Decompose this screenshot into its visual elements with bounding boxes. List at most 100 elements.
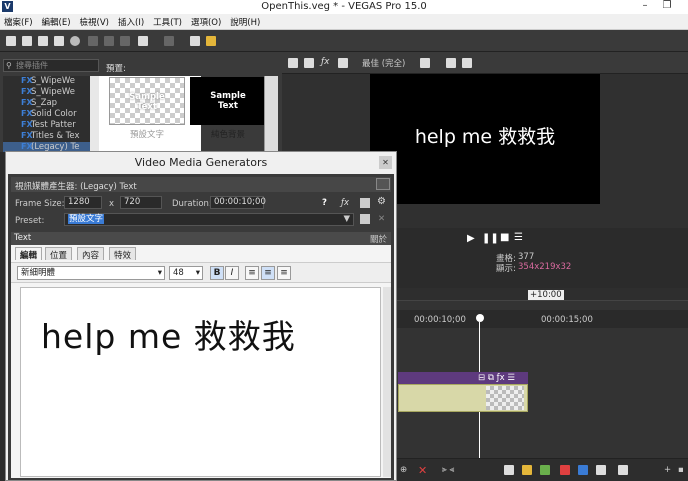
loop-icon[interactable]: ☰ <box>514 232 523 243</box>
list-item[interactable]: FX Solid Color <box>3 109 99 120</box>
cut-icon[interactable] <box>88 36 98 46</box>
tab-placement[interactable]: 位置 <box>45 247 73 261</box>
menu-insert[interactable]: 插入(I) <box>114 14 149 28</box>
event-fx-icon[interactable]: ⊟ ⧉ ƒx ☰ <box>478 373 515 383</box>
close-icon[interactable]: ✕ <box>379 156 392 169</box>
menu-view[interactable]: 檢視(V) <box>76 14 114 28</box>
stop-icon[interactable]: ■ <box>500 232 509 243</box>
region-icon[interactable] <box>540 465 550 475</box>
grid-icon[interactable] <box>618 465 628 475</box>
fx-icon[interactable]: ƒx <box>341 198 349 208</box>
title-bar: V OpenThis.veg * - VEGAS Pro 15.0 – ❐ <box>0 0 688 14</box>
lock-icon[interactable] <box>504 465 514 475</box>
menu-options[interactable]: 選項(O) <box>187 14 226 28</box>
split-event-icon[interactable]: ⫸ ⫷ <box>442 465 454 475</box>
zoom-in-icon[interactable]: + <box>664 465 671 475</box>
auto-crossfade-icon[interactable] <box>578 465 588 475</box>
restore-icon[interactable]: ❐ <box>656 0 678 14</box>
open-icon[interactable] <box>22 36 32 46</box>
playhead-handle[interactable] <box>476 314 484 322</box>
frame-size-label: Frame Size: <box>15 199 65 209</box>
bold-button[interactable]: B <box>210 266 224 280</box>
minimize-icon[interactable]: – <box>634 0 656 14</box>
help-icon[interactable]: ? <box>322 198 327 208</box>
render-icon[interactable] <box>190 36 200 46</box>
paste-icon[interactable] <box>120 36 130 46</box>
duration-input[interactable]: 00:00:10;00 <box>210 196 266 209</box>
ripple-icon[interactable] <box>596 465 606 475</box>
scrollbar[interactable] <box>90 76 99 152</box>
format-toolbar: 新細明體 ▾ 48 ▾ B I ≡ ≡ ≡ <box>11 262 391 283</box>
save-preset-icon[interactable] <box>360 214 370 224</box>
save-icon[interactable] <box>360 198 370 208</box>
about-link[interactable]: 關於 <box>370 233 387 245</box>
duration-label: Duration: <box>172 199 212 209</box>
italic-button[interactable]: I <box>225 266 239 280</box>
scrollbar[interactable] <box>264 76 278 152</box>
snap-icon[interactable] <box>560 465 570 475</box>
frame-value: 377 <box>518 252 535 262</box>
undo-icon[interactable] <box>138 36 148 46</box>
font-select[interactable]: 新細明體 ▾ <box>17 266 165 280</box>
pause-icon[interactable]: ❚❚ <box>482 233 499 244</box>
layout-icon[interactable] <box>376 178 390 190</box>
size-select[interactable]: 48 ▾ <box>169 266 203 280</box>
preset-label: Preset: <box>15 216 45 226</box>
list-item[interactable]: FX Test Patter <box>3 120 99 131</box>
properties-icon[interactable] <box>70 36 80 46</box>
zoom-icon[interactable]: ⊕ <box>400 465 407 475</box>
video-media-generators-dialog: Video Media Generators ✕ 視訊媒體產生器: (Legac… <box>5 151 397 481</box>
delete-icon[interactable]: ✕ <box>418 464 427 477</box>
preset-thumb-solid[interactable]: Sample Text <box>190 77 266 125</box>
align-right-icon[interactable]: ≡ <box>277 266 291 280</box>
scrollbar[interactable] <box>383 287 391 477</box>
display-value: 354x219x32 <box>518 262 572 272</box>
tab-edit[interactable]: 編輯 <box>15 247 43 261</box>
new-icon[interactable] <box>6 36 16 46</box>
dialog-body: 視訊媒體產生器: (Legacy) Text Frame Size: 1280 … <box>8 174 394 480</box>
overlays-icon[interactable] <box>420 58 430 68</box>
copy-snapshot-icon[interactable] <box>446 58 456 68</box>
frame-width-input[interactable]: 1280 <box>64 196 102 209</box>
gear-icon[interactable]: ⚙ <box>377 196 386 207</box>
editor-text[interactable]: help me 救救我 <box>41 310 296 358</box>
display-label: 顯示: <box>496 264 516 274</box>
preset-select[interactable]: 預設文字 ▼ <box>64 213 354 226</box>
align-left-icon[interactable]: ≡ <box>245 266 259 280</box>
settings-icon[interactable] <box>288 58 298 68</box>
list-item[interactable]: FX Titles & Tex <box>3 131 99 142</box>
menu-help[interactable]: 說明(H) <box>226 14 265 28</box>
fx-icon[interactable]: ƒx <box>321 57 330 67</box>
menu-edit[interactable]: 編輯(E) <box>38 14 76 28</box>
dialog-title: Video Media Generators <box>6 152 396 174</box>
search-input[interactable]: ⚲ 搜尋插件 <box>3 59 99 72</box>
list-item[interactable]: FX S_WipeWe <box>3 76 99 87</box>
thumb-text: Sample Text <box>129 92 165 112</box>
loop-marker[interactable]: +10:00 <box>528 290 564 300</box>
list-item[interactable]: FX S_WipeWe <box>3 87 99 98</box>
play-icon[interactable]: ▶ <box>467 233 475 244</box>
save-snapshot-icon[interactable] <box>462 58 472 68</box>
menu-tools[interactable]: 工具(T) <box>149 14 187 28</box>
marker-icon[interactable] <box>522 465 532 475</box>
tab-properties[interactable]: 內容 <box>77 247 105 261</box>
save-icon[interactable] <box>38 36 48 46</box>
generator-list: FX S_WipeWe FX S_WipeWe FX S_Zap FX Solid Co… <box>3 76 99 152</box>
preview-properties-icon[interactable] <box>304 58 314 68</box>
text-editor[interactable]: help me 救救我 <box>20 287 381 477</box>
delete-preset-icon[interactable]: ✕ <box>378 214 385 224</box>
quality-select[interactable]: 最佳 (完全) <box>362 57 405 69</box>
time-label: 00:00:15;00 <box>541 315 593 325</box>
zoom-out-icon[interactable]: ▪ <box>678 465 684 475</box>
frame-height-input[interactable]: 720 <box>120 196 162 209</box>
redo-icon[interactable] <box>164 36 174 46</box>
preset-thumb-default[interactable]: Sample Text <box>109 77 185 125</box>
list-item[interactable]: FX S_Zap <box>3 98 99 109</box>
copy-icon[interactable] <box>104 36 114 46</box>
split-icon[interactable] <box>338 58 348 68</box>
tab-effects[interactable]: 特效 <box>109 247 137 261</box>
save-as-icon[interactable] <box>54 36 64 46</box>
menu-file[interactable]: 檔案(F) <box>0 14 38 28</box>
help-icon[interactable] <box>206 36 216 46</box>
align-center-icon[interactable]: ≡ <box>261 266 275 280</box>
